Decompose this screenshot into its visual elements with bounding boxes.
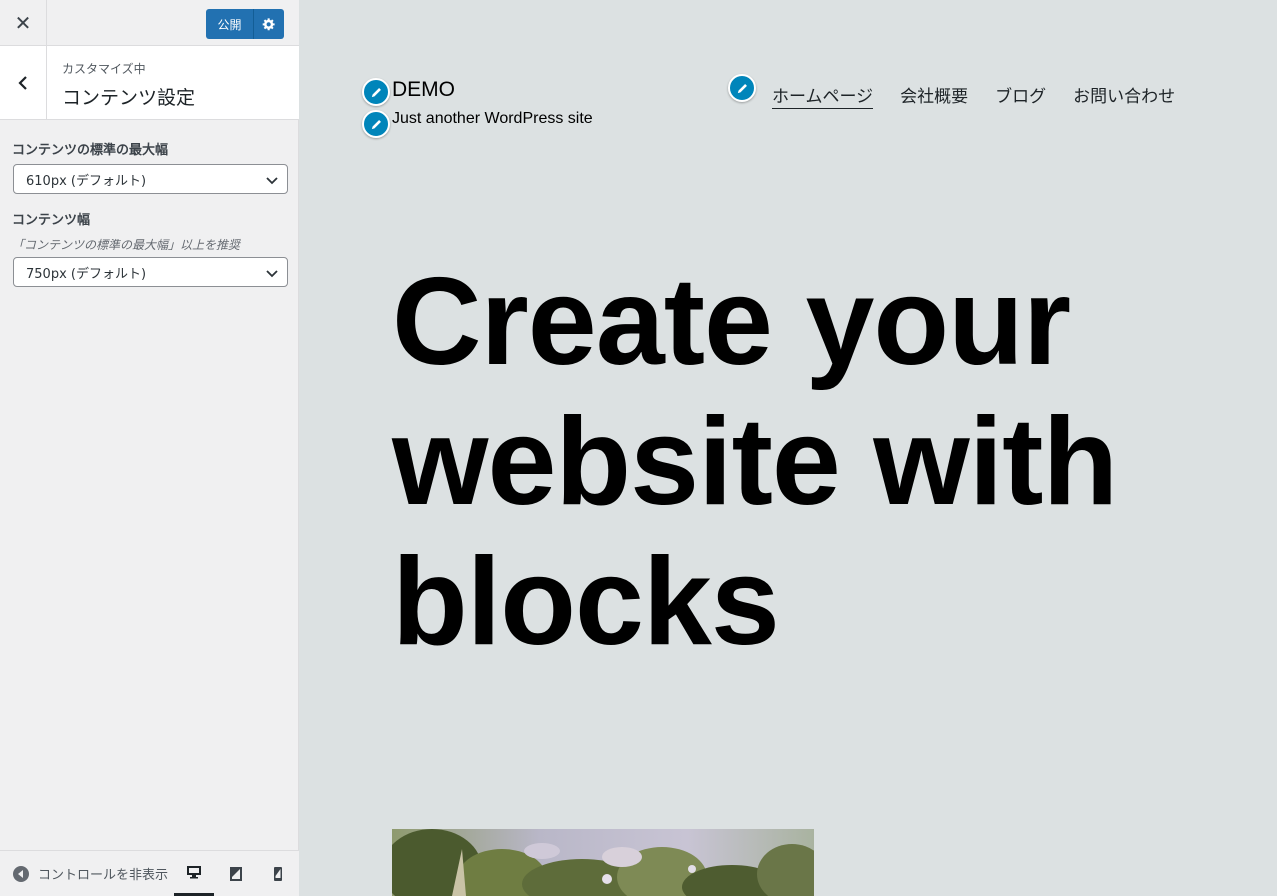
preview-tablet-button[interactable] [216,851,256,896]
gear-icon [262,18,275,31]
chevron-left-icon [18,75,27,90]
nav-item-home[interactable]: ホームページ [772,82,874,109]
close-icon: ✕ [14,10,32,35]
preview-mobile-button[interactable] [258,851,298,896]
desktop-icon [187,866,201,879]
primary-navigation: ホームページ 会社概要 ブログ お問い合わせ [772,82,1175,109]
edit-site-title-shortcut[interactable] [362,78,390,106]
nav-item-contact[interactable]: お問い合わせ [1073,82,1175,109]
max-width-select[interactable]: 610px (デフォルト) [13,164,288,194]
hero-heading: Create your website with blocks [392,252,1152,672]
back-button[interactable] [0,46,47,119]
pencil-icon [371,119,381,129]
hide-controls-button[interactable]: コントロールを非表示 [12,864,170,883]
publish-settings-button[interactable] [254,9,284,39]
close-customizer-button[interactable]: ✕ [0,0,47,45]
customizer-header: ✕ 公開 [0,0,299,46]
max-width-label: コンテンツの標準の最大幅 [12,143,169,158]
hide-controls-label: コントロールを非表示 [38,868,169,883]
chevron-down-icon [266,177,278,185]
site-tagline: Just another WordPress site [392,110,593,127]
max-width-value: 610px (デフォルト) [26,173,147,189]
nav-item-blog[interactable]: ブログ [995,82,1046,109]
content-width-label: コンテンツ幅 [12,213,91,228]
hero-painting-image [392,829,814,896]
customizer-footer: コントロールを非表示 [0,850,299,896]
pencil-icon [737,83,747,93]
content-width-select[interactable]: 750px (デフォルト) [13,257,288,287]
site-title[interactable]: DEMO [392,78,455,102]
customizer-sidebar: ✕ 公開 カスタマイズ中 コンテンツ設定 コンテンツの標準の最大幅 610px … [0,0,299,896]
collapse-arrow-icon [13,865,29,882]
content-width-value: 750px (デフォルト) [26,266,147,282]
edit-menu-shortcut[interactable] [728,74,756,102]
mobile-icon [274,867,282,881]
content-width-description: 「コンテンツの標準の最大幅」以上を推奨 [12,238,241,252]
publish-button-group: 公開 [206,9,284,39]
pencil-icon [371,87,381,97]
preview-desktop-button[interactable] [174,851,214,896]
hero-line: blocks [392,533,780,671]
section-subtitle: カスタマイズ中 [62,62,146,76]
section-title: コンテンツ設定 [62,87,196,109]
chevron-down-icon [266,270,278,278]
hero-line: Create your [392,253,1071,391]
tablet-icon [230,867,242,881]
hero-line: website with [392,393,1118,531]
section-header: カスタマイズ中 コンテンツ設定 [0,46,299,120]
edit-tagline-shortcut[interactable] [362,110,390,138]
publish-button[interactable]: 公開 [206,9,254,39]
site-preview: DEMO Just another WordPress site ホームページ … [300,0,1277,896]
nav-item-about[interactable]: 会社概要 [900,82,968,109]
